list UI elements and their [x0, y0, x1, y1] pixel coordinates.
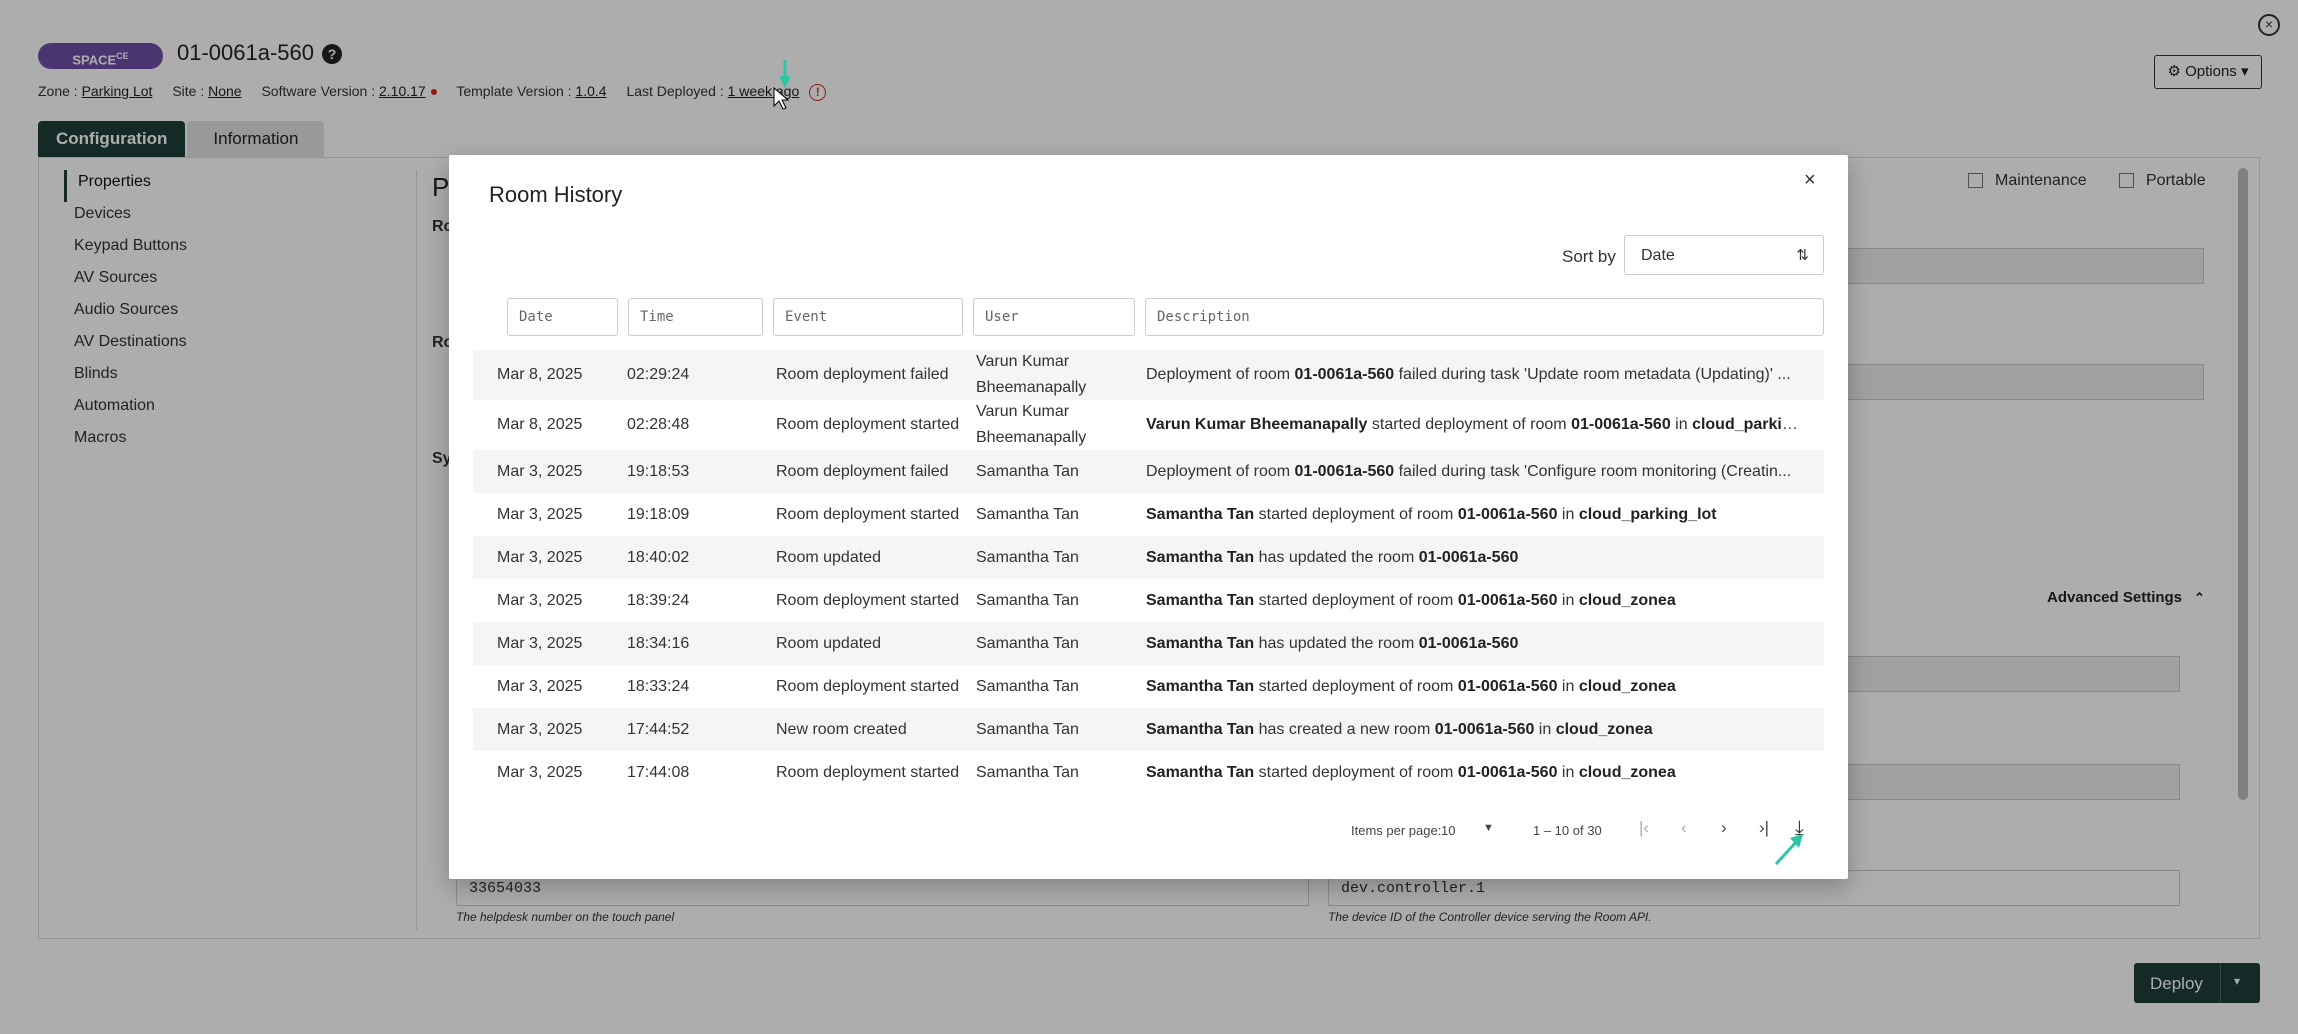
annotation-arrow-icon [1774, 834, 1803, 866]
annotation-layer [773, 60, 1803, 866]
mouse-cursor-icon [773, 86, 790, 110]
annotation-arrow-icon [779, 60, 791, 88]
